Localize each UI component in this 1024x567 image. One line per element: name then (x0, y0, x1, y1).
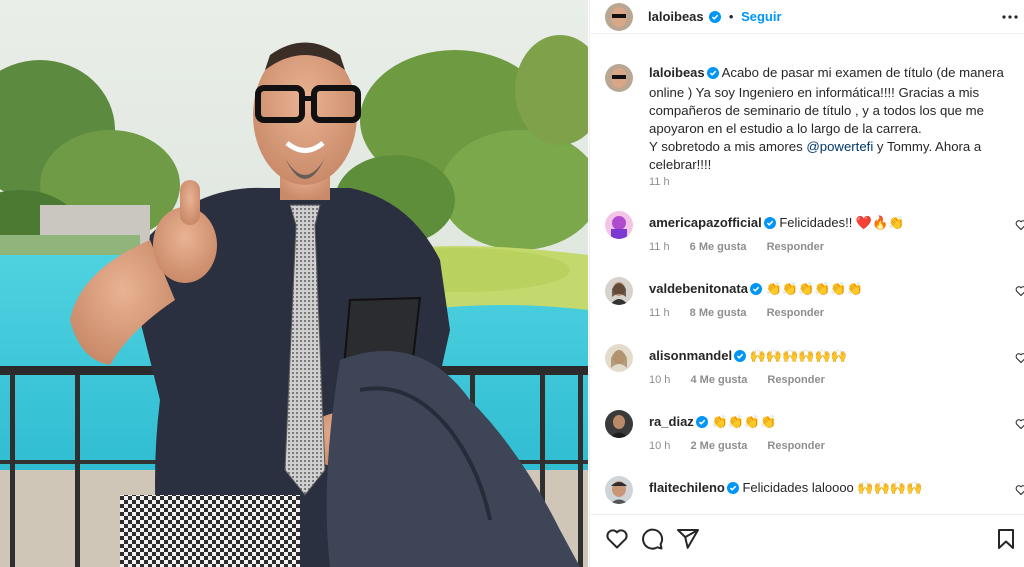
comment-meta: 11 h 8 Me gusta Responder (649, 307, 841, 319)
comment-item: ra_diaz 👏👏👏👏 10 h 2 Me gusta Responder (605, 410, 1024, 470)
caption-mention-link[interactable]: @powertefi (806, 139, 873, 154)
more-options-icon[interactable] (1001, 8, 1019, 29)
comment-username[interactable]: americapazofficial (649, 215, 762, 230)
avatar[interactable] (605, 3, 633, 31)
comment-item: americapazofficial Felicidades!! ❤️🔥👏 11… (605, 211, 1024, 271)
comment-like-heart-icon[interactable] (1015, 285, 1024, 300)
comment-item: alisonmandel 🙌🙌🙌🙌🙌🙌 10 h 4 Me gusta Resp… (605, 344, 1024, 404)
comment-text: 👏👏👏👏 (711, 414, 777, 429)
comment-likes[interactable]: 6 Me gusta (690, 241, 747, 253)
avatar[interactable] (605, 476, 633, 504)
comment-likes[interactable]: 4 Me gusta (690, 374, 747, 386)
reply-button[interactable]: Responder (767, 440, 824, 452)
avatar[interactable] (605, 64, 633, 92)
heart-icon[interactable] (605, 527, 629, 554)
comment-item: valdebenitonata 👏👏👏👏👏👏 11 h 8 Me gusta R… (605, 277, 1024, 337)
comment-icon[interactable] (640, 527, 664, 554)
separator-dot: • (728, 9, 734, 24)
comment-text: 🙌🙌🙌🙌🙌🙌 (749, 348, 847, 363)
comment-likes[interactable]: 2 Me gusta (690, 440, 747, 452)
post-photo[interactable] (0, 0, 588, 567)
comment-username[interactable]: valdebenitonata (649, 281, 748, 296)
reply-button[interactable]: Responder (767, 241, 824, 253)
post-action-bar (590, 514, 1024, 567)
share-icon[interactable] (676, 527, 700, 554)
avatar[interactable] (605, 410, 633, 438)
avatar[interactable] (605, 344, 633, 372)
verified-badge-icon (763, 217, 776, 232)
comment-like-heart-icon[interactable] (1015, 484, 1024, 499)
verified-badge-icon (726, 482, 739, 497)
comment-item: flaitechileno Felicidades laloooo 🙌🙌🙌🙌 (605, 476, 1024, 512)
comment-username[interactable]: flaitechileno (649, 480, 725, 495)
caption-text-block: laloibeas Acabo de pasar mi examen de tí… (649, 64, 1019, 174)
verified-badge-icon (709, 11, 722, 26)
reply-button[interactable]: Responder (767, 374, 824, 386)
comment-likes[interactable]: 8 Me gusta (690, 307, 747, 319)
comment-line: flaitechileno Felicidades laloooo 🙌🙌🙌🙌 (649, 480, 922, 497)
comment-line: americapazofficial Felicidades!! ❤️🔥👏 (649, 215, 905, 232)
caption-username[interactable]: laloibeas (649, 65, 705, 80)
comment-like-heart-icon[interactable] (1015, 219, 1024, 234)
comment-text: Felicidades!! ❤️🔥👏 (779, 215, 905, 230)
comment-username[interactable]: alisonmandel (649, 348, 732, 363)
post-sidebar: laloibeas • Seguir laloibeas Acabo de pa… (589, 0, 1024, 567)
comment-meta: 10 h 4 Me gusta Responder (649, 374, 842, 386)
verified-badge-icon (695, 416, 708, 431)
comment-line: ra_diaz 👏👏👏👏 (649, 414, 776, 431)
comment-meta: 10 h 2 Me gusta Responder (649, 440, 842, 452)
verified-badge-icon (734, 350, 747, 365)
comment-time[interactable]: 10 h (649, 440, 670, 452)
comment-time[interactable]: 11 h (649, 241, 670, 253)
comment-meta: 11 h 6 Me gusta Responder (649, 241, 841, 253)
follow-button[interactable]: Seguir (741, 9, 781, 24)
comment-time[interactable]: 11 h (649, 307, 670, 319)
verified-badge-icon (706, 66, 719, 84)
comment-text: Felicidades laloooo 🙌🙌🙌🙌 (742, 480, 923, 495)
verified-badge-icon (749, 283, 762, 298)
comment-line: valdebenitonata 👏👏👏👏👏👏 (649, 281, 863, 298)
caption-timestamp[interactable]: 11 h (649, 176, 670, 188)
reply-button[interactable]: Responder (767, 307, 824, 319)
post-author-username[interactable]: laloibeas (648, 9, 704, 24)
comment-time[interactable]: 10 h (649, 374, 670, 386)
post-image (0, 0, 588, 567)
comment-like-heart-icon[interactable] (1015, 418, 1024, 433)
comment-text: 👏👏👏👏👏👏 (765, 281, 863, 296)
avatar[interactable] (605, 211, 633, 239)
avatar[interactable] (605, 277, 633, 305)
comment-line: alisonmandel 🙌🙌🙌🙌🙌🙌 (649, 348, 847, 365)
comment-username[interactable]: ra_diaz (649, 414, 694, 429)
comment-like-heart-icon[interactable] (1015, 352, 1024, 367)
post-header: laloibeas • Seguir (590, 0, 1024, 34)
bookmark-icon[interactable] (994, 527, 1018, 554)
